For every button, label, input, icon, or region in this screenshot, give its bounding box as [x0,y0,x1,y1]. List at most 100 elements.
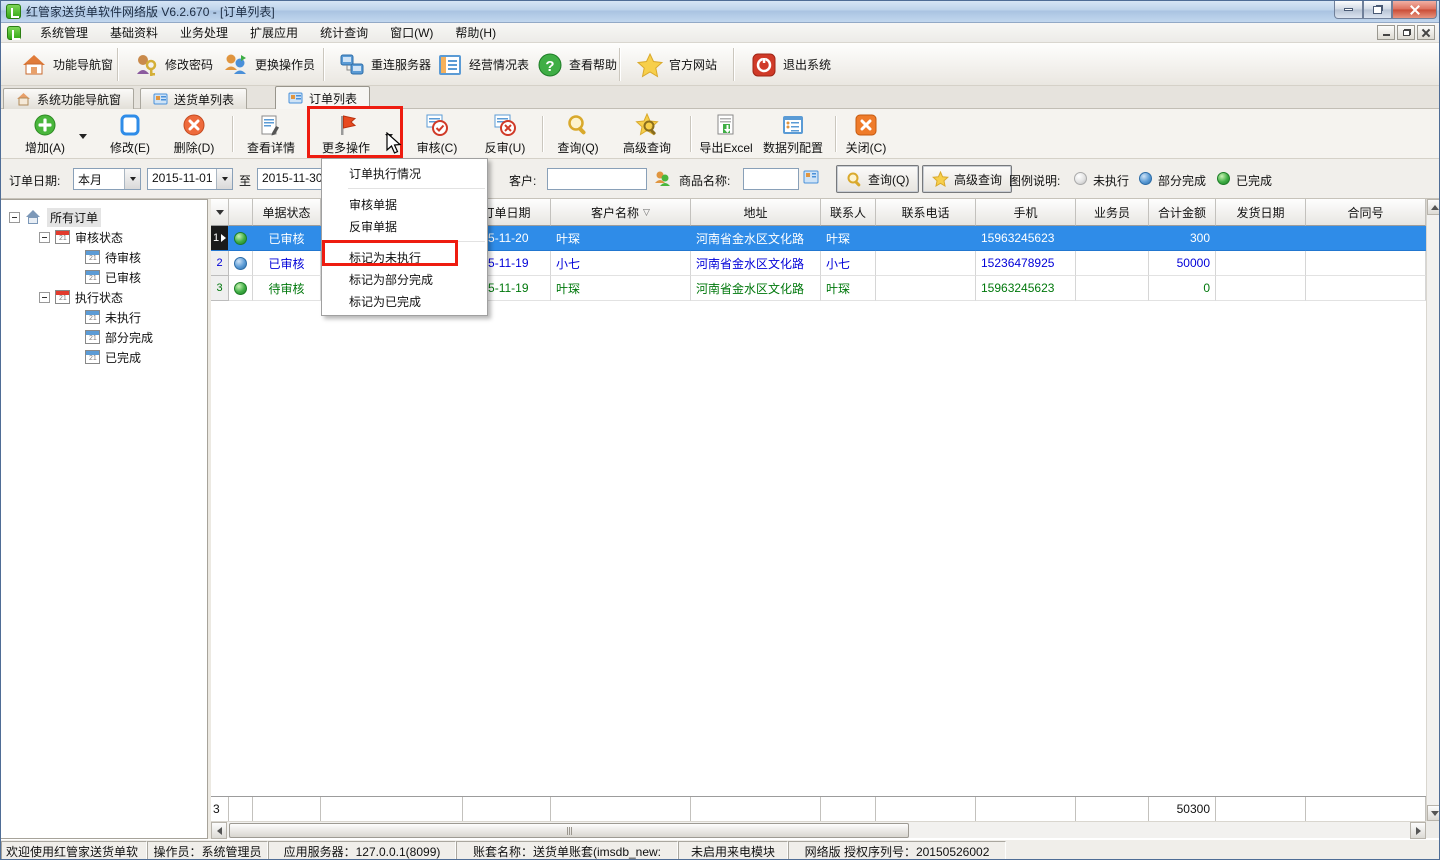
menu-statistics[interactable]: 统计查询 [309,23,379,43]
query-filter-button[interactable]: 查询(Q) [836,165,919,193]
table-cell[interactable] [876,276,976,301]
column-header-contact[interactable]: 联系人 [821,199,876,226]
table-cell[interactable]: 已审核 [253,226,321,251]
column-header-filter[interactable] [211,199,229,226]
table-cell[interactable]: 300 [1149,226,1216,251]
menu-business[interactable]: 业务处理 [169,23,239,43]
add-button[interactable]: 增加(A) [17,111,73,157]
audit-button[interactable]: 审核(C) [407,111,467,157]
menu-help[interactable]: 帮助(H) [444,23,507,43]
column-config-button[interactable]: 数据列配置 [757,111,829,157]
table-cell[interactable] [1076,276,1149,301]
query-button[interactable]: 查询(Q) [550,111,606,157]
mdi-close-button[interactable] [1417,25,1435,40]
view-detail-button[interactable]: 查看详情 [238,111,304,157]
column-header-mobile[interactable]: 手机 [976,199,1076,226]
add-dropdown-button[interactable] [75,111,91,157]
column-header-phone[interactable]: 联系电话 [876,199,976,226]
menu-item-order-exec-status[interactable]: 订单执行情况 [322,162,487,184]
advanced-query-filter-button[interactable]: 高级查询 [922,165,1012,193]
column-header-status-dot[interactable] [229,199,253,226]
menu-system[interactable]: 系统管理 [29,23,99,43]
table-cell[interactable]: 待审核 [253,276,321,301]
tab-delivery-list[interactable]: 送货单列表 [140,88,247,109]
date-from-combo[interactable]: 2015-11-01 [147,168,233,190]
tree-item-exec-status[interactable]: 执行状态 [39,287,123,307]
column-header-contract[interactable]: 合同号 [1306,199,1426,226]
mdi-restore-button[interactable] [1397,25,1415,40]
status-dot-cell[interactable] [229,276,253,301]
unaudit-button[interactable]: 反审(U) [477,111,533,157]
table-cell[interactable] [1306,251,1426,276]
table-cell[interactable] [876,226,976,251]
close-button[interactable] [1392,1,1437,19]
table-cell[interactable] [1306,276,1426,301]
modify-button[interactable]: 修改(E) [101,111,159,157]
column-header-address[interactable]: 地址 [691,199,821,226]
product-name-input[interactable] [743,168,799,190]
official-website-button[interactable]: 官方网站 [629,46,725,83]
scroll-up-button[interactable] [1427,199,1440,215]
table-cell[interactable]: 15963245623 [976,276,1076,301]
tree-item-partial-complete[interactable]: 部分完成 [85,327,153,347]
table-cell[interactable] [1076,251,1149,276]
menu-item-mark-partial[interactable]: 标记为部分完成 [322,268,487,290]
close-list-button[interactable]: 关闭(C) [841,111,891,157]
more-actions-dropdown-button[interactable] [381,111,397,157]
column-header-salesman[interactable]: 业务员 [1076,199,1149,226]
nav-window-button[interactable]: 功能导航窗 [13,46,121,83]
scroll-down-button[interactable] [1427,805,1440,821]
chevron-down-icon[interactable] [124,169,140,189]
menu-extensions[interactable]: 扩展应用 [239,23,309,43]
mdi-minimize-button[interactable] [1377,25,1395,40]
table-cell[interactable]: 已审核 [253,251,321,276]
table-cell[interactable]: 叶琛 [821,226,876,251]
table-cell[interactable] [1216,251,1306,276]
customer-input[interactable] [547,168,647,190]
table-cell[interactable]: 河南省金水区文化路 [691,226,821,251]
column-header-ship-date[interactable]: 发货日期 [1216,199,1306,226]
table-cell[interactable]: 叶琛 [821,276,876,301]
menu-item-audit-docs[interactable]: 审核单据 [322,193,487,215]
table-cell[interactable] [1216,226,1306,251]
table-cell[interactable] [1306,226,1426,251]
menu-item-mark-completed[interactable]: 标记为已完成 [322,290,487,312]
scroll-left-button[interactable] [211,822,227,839]
column-header-amount[interactable]: 合计金额 [1149,199,1216,226]
table-cell[interactable]: 叶琛 [551,276,691,301]
column-header-doc-status[interactable]: 单据状态 [253,199,321,226]
tree-item-not-executed[interactable]: 未执行 [85,307,141,327]
status-dot-cell[interactable] [229,251,253,276]
menu-item-unaudit-docs[interactable]: 反审单据 [322,215,487,237]
delete-button[interactable]: 删除(D) [165,111,223,157]
menu-item-mark-not-executed[interactable]: 标记为未执行 [322,246,487,268]
table-cell[interactable]: 河南省金水区文化路 [691,276,821,301]
switch-operator-button[interactable]: 更换操作员 [215,46,323,83]
reconnect-server-button[interactable]: 重连服务器 [331,46,439,83]
vertical-scrollbar[interactable] [1426,199,1440,821]
tree-item-audit-status[interactable]: 审核状态 [39,227,123,247]
help-button[interactable]: ? 查看帮助 [529,46,625,83]
table-cell[interactable]: 15963245623 [976,226,1076,251]
table-cell[interactable] [1076,226,1149,251]
table-cell[interactable]: 50000 [1149,251,1216,276]
table-cell[interactable] [876,251,976,276]
horizontal-scrollbar[interactable] [211,821,1426,838]
column-header-customer[interactable]: 客户名称▽ [551,199,691,226]
menu-base-data[interactable]: 基础资料 [99,23,169,43]
row-marker[interactable]: 1 [211,226,229,251]
restore-button[interactable] [1363,1,1392,19]
menu-window[interactable]: 窗口(W) [379,23,444,43]
minimize-button[interactable] [1334,1,1363,19]
exit-system-button[interactable]: 退出系统 [743,46,839,83]
business-report-button[interactable]: 经营情况表 [429,46,537,83]
scroll-right-button[interactable] [1410,822,1426,839]
row-marker[interactable]: 3 [211,276,229,301]
advanced-query-button[interactable]: 高级查询 [613,111,681,157]
table-cell[interactable]: 河南省金水区文化路 [691,251,821,276]
change-password-button[interactable]: 修改密码 [125,46,221,83]
collapse-icon[interactable] [39,292,50,303]
row-marker[interactable]: 2 [211,251,229,276]
table-cell[interactable]: 叶琛 [551,226,691,251]
date-preset-combo[interactable]: 本月 [73,168,141,190]
